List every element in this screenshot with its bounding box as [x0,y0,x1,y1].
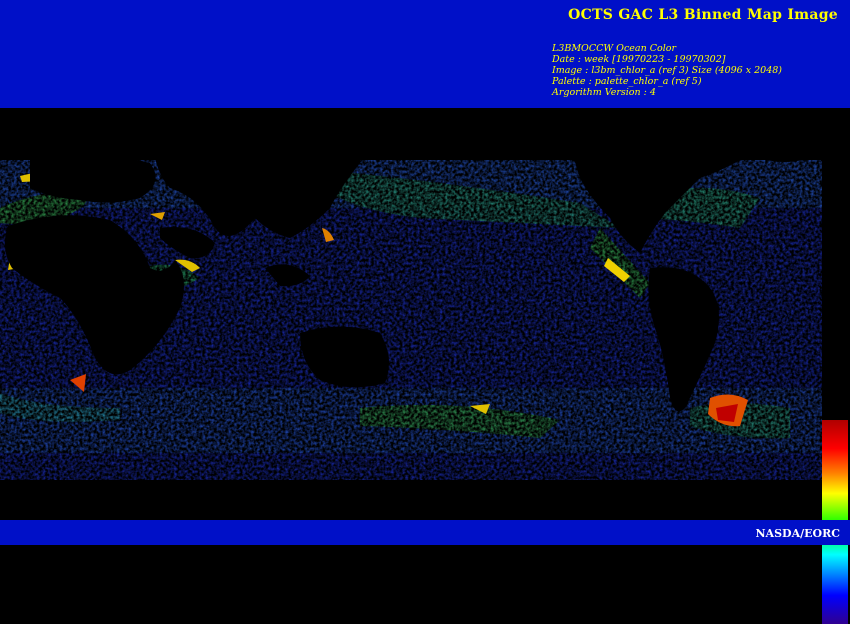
chlorophyll-map [0,108,850,520]
metadata-block: L3BMOCCW Ocean Color Date : week [199702… [552,43,782,98]
header-banner: OCTS GAC L3 Binned Map Image L3BMOCCW Oc… [0,0,850,108]
meta-date: Date : week [19970223 - 19970302] [552,54,726,65]
meta-image: Image : l3bm_chlor_a (ref 3) Size (4096 … [552,65,782,76]
land-antarctica [0,480,850,520]
meta-palette: Palette : palette_chlor_a (ref 5) [552,76,702,87]
footer-banner: NASDA/EORC [0,520,850,545]
meta-product: L3BMOCCW Ocean Color [552,43,676,54]
map-area [0,108,850,624]
meta-algorithm: Argorithm Version : 4 [552,87,656,98]
credit-label: NASDA/EORC [755,527,841,540]
map-title: OCTS GAC L3 Binned Map Image [568,7,838,23]
